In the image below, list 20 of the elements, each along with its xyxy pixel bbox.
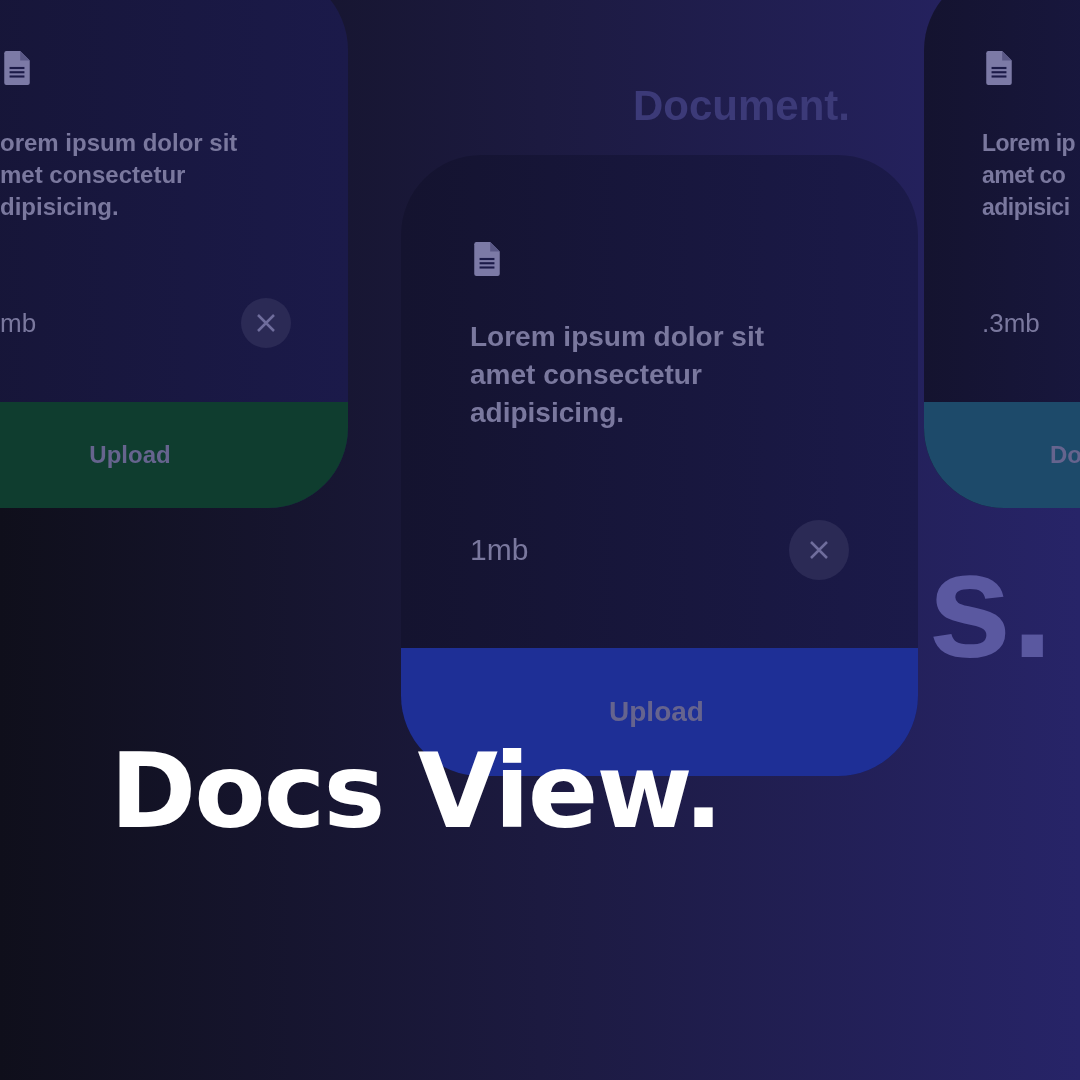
description-line: adipisicing.: [470, 396, 626, 430]
description-line: dipisicing.: [0, 192, 120, 222]
description-line: met consectetur: [0, 160, 187, 190]
close-icon: [256, 313, 276, 333]
description-line: Lorem ipsum dolor sit: [470, 320, 765, 354]
description-line: Lorem ip: [982, 129, 1076, 158]
document-icon: [473, 242, 501, 276]
background-word: s.: [928, 520, 1054, 690]
upload-button[interactable]: Upload: [0, 402, 348, 508]
description-line: orem ipsum dolor sit: [0, 128, 238, 158]
description-line: amet consectetur: [470, 358, 703, 392]
file-size: mb: [0, 308, 37, 339]
close-icon: [809, 540, 829, 560]
remove-button[interactable]: [241, 298, 291, 348]
file-size: 1mb: [470, 533, 529, 567]
document-icon: [3, 51, 31, 85]
file-size: .3mb: [982, 308, 1040, 339]
description-line: amet co: [982, 161, 1067, 190]
document-icon: [985, 51, 1013, 85]
description-line: adipisici: [982, 193, 1071, 222]
